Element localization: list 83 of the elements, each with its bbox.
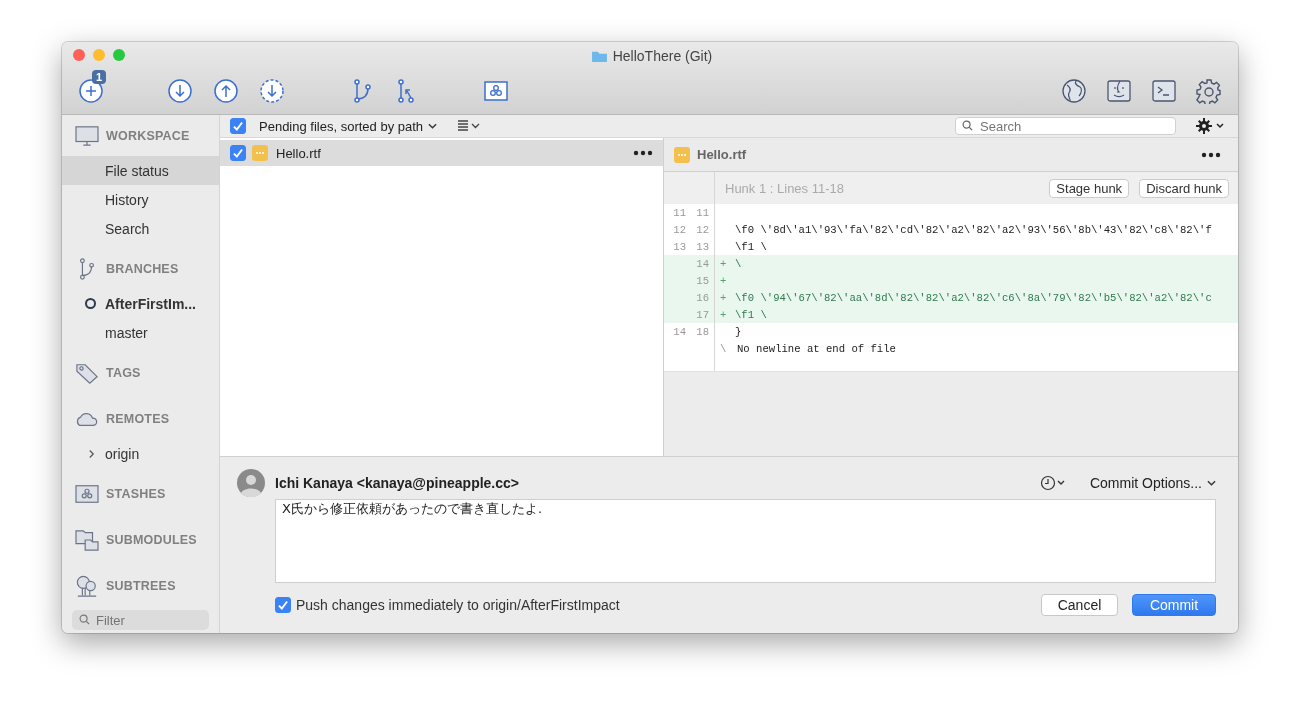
more-icon[interactable] bbox=[1201, 151, 1221, 158]
branch-item[interactable]: master bbox=[62, 318, 219, 347]
line-number: 18 bbox=[696, 325, 709, 338]
caret-icon bbox=[1207, 480, 1216, 486]
line-number: 16 bbox=[696, 291, 709, 304]
line-number: 15 bbox=[696, 274, 709, 287]
line-number: 11 bbox=[696, 206, 709, 219]
line-number: 13 bbox=[696, 240, 709, 253]
hunk-header: Hunk 1 : Lines 11-18 bbox=[725, 180, 844, 196]
author-name: Ichi Kanaya <kanaya@pineapple.cc> bbox=[275, 475, 519, 491]
line-number: 13 bbox=[673, 240, 686, 253]
close-button[interactable] bbox=[73, 49, 85, 61]
commit-button[interactable]: Commit bbox=[1132, 594, 1216, 616]
file-row[interactable]: Hello.rtf bbox=[220, 140, 663, 166]
modified-icon bbox=[252, 145, 268, 161]
avatar bbox=[237, 469, 265, 497]
line-number: 11 bbox=[673, 206, 686, 219]
code-line: \f1 \ bbox=[734, 240, 767, 253]
globe-icon[interactable] bbox=[1061, 78, 1087, 104]
folders-icon bbox=[75, 529, 99, 551]
fetch-icon[interactable] bbox=[259, 78, 285, 104]
modified-icon bbox=[674, 146, 690, 163]
section-heading: BRANCHES bbox=[106, 262, 179, 276]
settings-icon[interactable] bbox=[1196, 118, 1226, 134]
branch-item[interactable]: AfterFirstIm... bbox=[62, 289, 219, 318]
section-heading: WORKSPACE bbox=[106, 129, 190, 143]
section-heading: SUBTREES bbox=[106, 579, 176, 593]
commit-options-dropdown[interactable]: Commit Options... bbox=[1089, 475, 1216, 491]
filter-field[interactable]: Filter bbox=[72, 610, 209, 630]
sidebar-item[interactable]: History bbox=[62, 185, 219, 214]
trees-icon bbox=[75, 575, 99, 597]
line-number: 17 bbox=[696, 308, 709, 321]
diff-sign: + bbox=[720, 291, 727, 304]
diff-sign: + bbox=[720, 308, 727, 321]
line-number: 14 bbox=[673, 325, 686, 338]
search-field[interactable]: Search bbox=[955, 117, 1176, 135]
window-title: HelloThere (Git) bbox=[612, 48, 713, 64]
finder-icon[interactable] bbox=[1106, 78, 1132, 104]
code-line: \f0 \'94\'67\'82\'aa\'8d\'82\'82\'a2\'82\'c6\'8a\'79\'82\'b5\'82\'a2\'82\'c bbox=[734, 291, 1212, 304]
push-icon[interactable] bbox=[213, 78, 239, 104]
tag-icon bbox=[75, 362, 99, 384]
code-line: } bbox=[734, 325, 742, 338]
code-line: \f0 \'8d\'a1\'93\'fa\'82\'cd\'82\'a2\'82\'a2\'93\'56\'8b\'43\'82\'c8\'82\'f bbox=[734, 223, 1212, 236]
file-checkbox[interactable] bbox=[230, 145, 246, 161]
count-badge: 1 bbox=[92, 70, 107, 84]
terminal-icon[interactable] bbox=[1151, 78, 1177, 104]
cancel-button[interactable]: Cancel bbox=[1041, 594, 1118, 616]
stage-hunk-button[interactable]: Stage hunk bbox=[1049, 178, 1130, 198]
search-icon bbox=[79, 614, 90, 625]
chevron-icon[interactable] bbox=[88, 448, 95, 459]
diff-sign: + bbox=[720, 257, 727, 270]
folder-icon bbox=[590, 49, 608, 63]
list-view-icon[interactable] bbox=[457, 120, 482, 132]
file-name: Hello.rtf bbox=[697, 147, 747, 162]
file-name: Hello.rtf bbox=[276, 145, 321, 161]
pull-icon[interactable] bbox=[167, 78, 193, 104]
push-label: Push changes immediately to origin/AfterFirstImpact bbox=[296, 597, 620, 613]
section-heading: STASHES bbox=[106, 487, 166, 501]
diff-sign: \ bbox=[720, 342, 727, 355]
stash-icon[interactable] bbox=[483, 78, 509, 104]
code-line: \f1 \ bbox=[734, 308, 767, 321]
select-all-checkbox[interactable] bbox=[230, 118, 246, 134]
stash-icon bbox=[75, 483, 99, 505]
code-line: \ bbox=[734, 257, 742, 270]
search-icon bbox=[962, 120, 973, 131]
line-number: 12 bbox=[673, 223, 686, 236]
sort-dropdown[interactable]: Pending files, sorted by path bbox=[259, 118, 438, 134]
code-line: No newline at end of file bbox=[736, 342, 896, 355]
diff-sign: + bbox=[720, 274, 727, 287]
line-number: 12 bbox=[696, 223, 709, 236]
caret-icon bbox=[428, 123, 438, 129]
section-heading: TAGS bbox=[106, 366, 141, 380]
more-icon[interactable] bbox=[633, 150, 653, 156]
line-number: 14 bbox=[696, 257, 709, 270]
monitor-icon bbox=[75, 125, 99, 147]
section-heading: SUBMODULES bbox=[106, 533, 197, 547]
remote-item[interactable]: origin bbox=[62, 439, 219, 468]
discard-hunk-button[interactable]: Discard hunk bbox=[1139, 178, 1229, 198]
push-checkbox[interactable] bbox=[275, 597, 291, 613]
section-heading: REMOTES bbox=[106, 412, 170, 426]
commit-message-field[interactable]: X氏から修正依頼があったので書き直したよ. bbox=[275, 499, 1216, 583]
sidebar-item[interactable]: Search bbox=[62, 214, 219, 243]
sidebar-item[interactable]: File status bbox=[62, 156, 219, 185]
